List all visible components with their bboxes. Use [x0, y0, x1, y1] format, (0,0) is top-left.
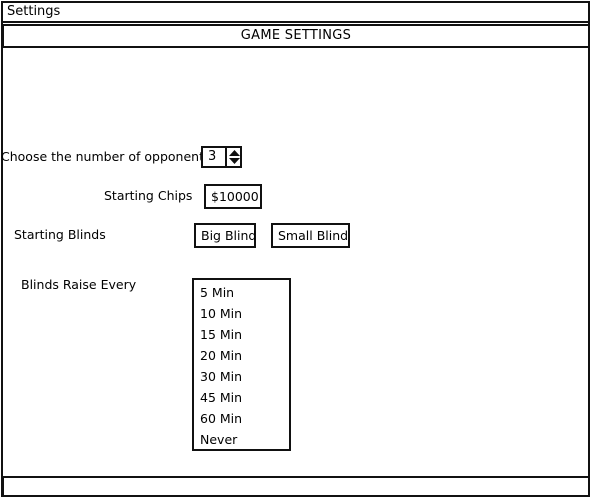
page-title: GAME SETTINGS — [2, 24, 590, 48]
opponents-stepper[interactable]: 3 — [201, 146, 242, 168]
list-item-30-min[interactable]: 30 Min — [194, 366, 289, 387]
settings-window — [1, 1, 590, 497]
list-item-never[interactable]: Never — [194, 429, 289, 450]
list-item-45-min[interactable]: 45 Min — [194, 387, 289, 408]
starting-blinds-label: Starting Blinds — [14, 227, 106, 242]
opponents-value: 3 — [208, 149, 217, 164]
blinds-raise-list[interactable]: 5 Min 10 Min 15 Min 20 Min 30 Min 45 Min… — [192, 278, 291, 451]
list-item-15-min[interactable]: 15 Min — [194, 324, 289, 345]
footer-bar — [2, 476, 590, 497]
stepper-divider — [225, 148, 227, 166]
list-item-10-min[interactable]: 10 Min — [194, 303, 289, 324]
small-blind-button[interactable]: Small Blind — [271, 223, 350, 248]
starting-chips-label: Starting Chips — [104, 188, 193, 203]
blinds-raise-label: Blinds Raise Every — [21, 277, 137, 292]
list-item-20-min[interactable]: 20 Min — [194, 345, 289, 366]
starting-chips-field[interactable]: $10000 — [204, 184, 262, 209]
opponents-label: Choose the number of opponents — [1, 149, 211, 164]
list-item-60-min[interactable]: 60 Min — [194, 408, 289, 429]
stepper-arrows-icon[interactable] — [228, 149, 241, 165]
list-item-5-min[interactable]: 5 Min — [194, 282, 289, 303]
big-blind-button[interactable]: Big Blind — [194, 223, 256, 248]
window-title: Settings — [1, 1, 590, 23]
